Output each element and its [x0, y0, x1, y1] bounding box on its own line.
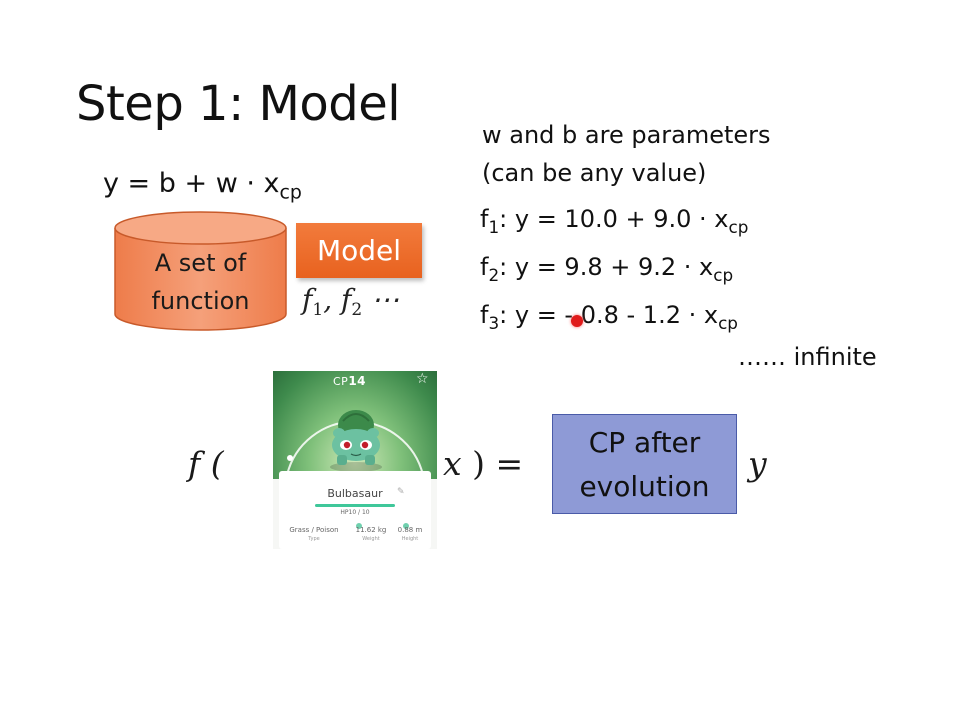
parameters-note-line2: (can be any value): [482, 159, 707, 187]
function-body: : y = - 0.8 - 1.2 · x: [499, 301, 719, 329]
f-subscript-1: 1: [312, 300, 324, 320]
hp-bar: [315, 504, 395, 507]
model-equation-subscript: cp: [279, 181, 302, 204]
f-symbol-2: f: [341, 283, 352, 316]
pokemon-weight: 11.62 kg Weight: [351, 526, 391, 542]
cp-readout: CP14: [333, 374, 366, 388]
pokemon-type-value: Grass / Poison: [289, 526, 339, 534]
function-line-3: f3: y = - 0.8 - 1.2 · xcp: [480, 301, 738, 331]
model-equation: y = b + w · xcp: [103, 168, 302, 202]
model-badge: Model: [296, 223, 422, 278]
mapping-input: x ) =: [443, 444, 523, 483]
cp-value: 14: [348, 374, 367, 388]
f-subscript-2: 2: [351, 300, 363, 320]
pokemon-name: Bulbasaur: [327, 487, 383, 500]
infinite-note: …… infinite: [738, 343, 877, 371]
pencil-icon: ✎: [397, 487, 405, 497]
mapping-x: x: [443, 444, 462, 483]
bulbasaur-sprite: [330, 410, 382, 472]
function-line-2: f2: y = 9.8 + 9.2 · xcp: [480, 253, 733, 283]
function-set-label-line1: A set of: [154, 249, 247, 277]
pokemon-type: Grass / Poison Type: [289, 526, 339, 542]
pokemon-height-label: Height: [401, 536, 419, 542]
function-index: 2: [488, 264, 500, 285]
hp-text: HP10 / 10: [340, 509, 370, 516]
function-sequence: f1, f2 ⋯: [302, 283, 400, 320]
pokemon-weight-value: 11.62 kg: [355, 526, 387, 534]
function-set-label-line2: function: [151, 287, 250, 315]
function-subscript: cp: [728, 216, 749, 237]
star-icon: ☆: [416, 371, 429, 387]
model-equation-text: y = b + w · x: [103, 168, 280, 199]
pokemon-card-image: CP14 ☆ Bulbasaur ✎ HP10 / 10 Grass / Poi…: [273, 371, 437, 549]
function-body: : y = 10.0 + 9.0 · x: [499, 205, 729, 233]
pokemon-weight-label: Weight: [362, 536, 380, 542]
slide-title: Step 1: Model: [76, 76, 401, 132]
pokemon-height: 0.88 m Height: [393, 526, 427, 542]
f-symbol-1: f: [302, 283, 313, 316]
function-index: 3: [488, 312, 500, 333]
mapping-function-open: f (: [188, 444, 224, 483]
f-ellipsis: ⋯: [371, 283, 400, 316]
pokemon-type-label: Type: [308, 536, 320, 542]
mapping-equals: ) =: [472, 444, 524, 483]
function-set-label: A set of function: [113, 244, 288, 320]
function-subscript: cp: [718, 312, 738, 333]
pokemon-info-panel: Bulbasaur ✎ HP10 / 10 Grass / Poison Type…: [279, 471, 431, 549]
function-body: : y = 9.8 + 9.2 · x: [499, 253, 714, 281]
parameters-note: w and b are parameters (can be any value…: [482, 116, 771, 192]
function-subscript: cp: [713, 264, 734, 285]
function-line-1: f1: y = 10.0 + 9.0 · xcp: [480, 205, 748, 235]
slide: Step 1: Model y = b + w · xcp A set of f…: [0, 0, 960, 720]
output-box-line1: CP after: [588, 426, 701, 459]
function-index: 1: [488, 216, 500, 237]
laser-pointer-dot: [571, 315, 583, 327]
output-box-line2: evolution: [579, 470, 710, 503]
parameters-note-line1: w and b are parameters: [482, 121, 771, 149]
cp-prefix: CP: [333, 375, 349, 388]
pokemon-height-value: 0.88 m: [397, 526, 423, 534]
mapping-output-y: y: [748, 444, 767, 483]
output-box: CP after evolution: [552, 414, 737, 514]
